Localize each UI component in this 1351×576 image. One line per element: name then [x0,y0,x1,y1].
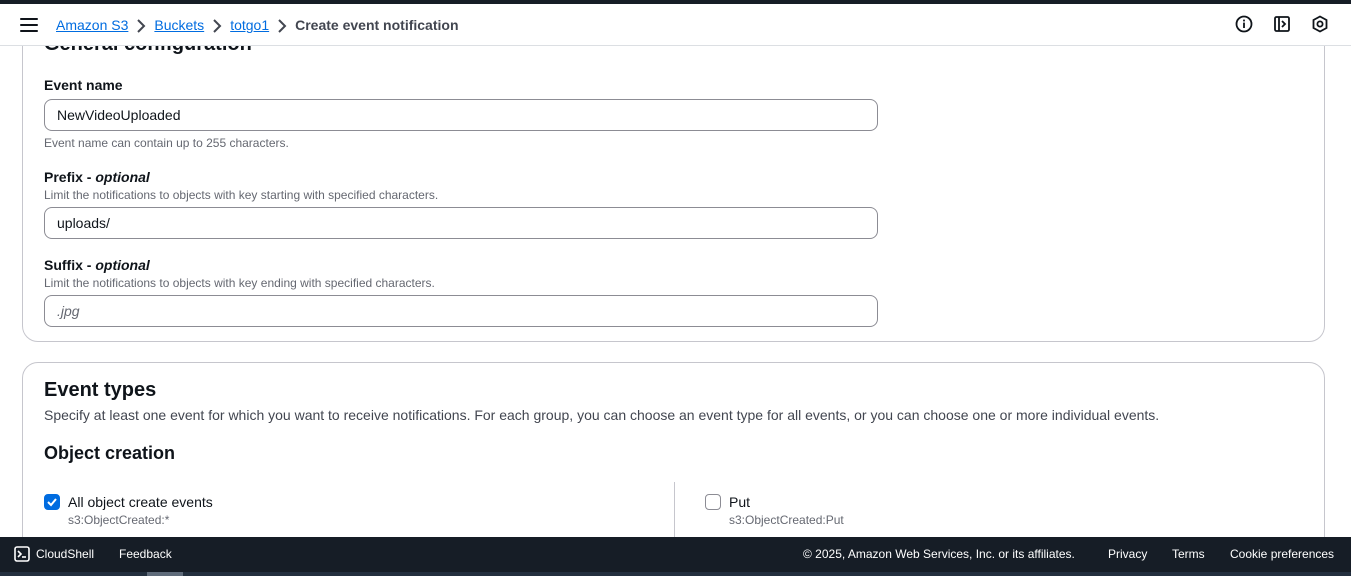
put-label[interactable]: Put [729,494,750,510]
header-tools [1235,15,1329,33]
optional-tag: optional [95,169,150,185]
cloudshell-label: CloudShell [36,547,95,561]
breadcrumb-amazon-s3[interactable]: Amazon S3 [56,17,128,33]
all-object-create-events-checkbox[interactable] [44,494,60,510]
feedback-link[interactable]: Feedback [119,547,172,561]
put-checkbox[interactable] [705,494,721,510]
console-footer: CloudShell Feedback © 2025, Amazon Web S… [0,537,1351,572]
checkmark-icon [47,498,57,507]
terms-link[interactable]: Terms [1172,547,1205,561]
breadcrumb-buckets[interactable]: Buckets [154,17,204,33]
security-settings-icon[interactable] [1311,15,1329,33]
object-creation-title: Object creation [44,443,176,463]
general-configuration-panel: General configuration Event name Event n… [22,46,1325,342]
main-content: General configuration Event name Event n… [0,46,1351,537]
prefix-description: Limit the notifications to objects with … [44,188,439,202]
breadcrumb: Amazon S3 Buckets totgo1 Create event no… [56,4,459,46]
prefix-input[interactable] [44,207,878,239]
put-code: s3:ObjectCreated:Put [729,513,844,527]
event-name-label: Event name [44,77,123,93]
suffix-input[interactable] [44,295,878,327]
panel-title: General configuration [44,46,252,56]
prefix-label: Prefix - optional [44,169,150,185]
breadcrumb-bucket[interactable]: totgo1 [230,17,269,33]
event-types-title: Event types [44,379,157,401]
event-name-input[interactable] [44,99,878,131]
suffix-description: Limit the notifications to objects with … [44,276,435,290]
taskbar-tab [147,572,183,576]
cloudshell-icon [14,546,30,562]
column-divider [674,482,675,537]
chevron-right-icon [204,17,230,33]
cloudshell-button[interactable]: CloudShell [14,546,94,562]
event-types-description: Specify at least one event for which you… [44,407,1160,423]
footer-bottom-bar [0,572,1351,576]
menu-icon[interactable] [20,18,38,32]
cookie-preferences-link[interactable]: Cookie preferences [1230,547,1334,561]
all-object-create-events-code: s3:ObjectCreated:* [68,513,170,527]
chevron-right-icon [128,17,154,33]
breadcrumb-current: Create event notification [295,17,459,33]
chevron-right-icon [269,17,295,33]
event-types-panel: Event types Specify at least one event f… [22,362,1325,537]
optional-tag: optional [95,257,150,273]
page-header: Amazon S3 Buckets totgo1 Create event no… [0,4,1351,46]
suffix-label: Suffix - optional [44,257,150,273]
privacy-link[interactable]: Privacy [1108,547,1147,561]
event-name-description: Event name can contain up to 255 charact… [44,136,289,150]
info-icon[interactable] [1235,15,1253,33]
copyright-text: © 2025, Amazon Web Services, Inc. or its… [803,547,1075,561]
all-object-create-events-label[interactable]: All object create events [68,494,213,510]
notifications-panel-icon[interactable] [1273,15,1291,33]
